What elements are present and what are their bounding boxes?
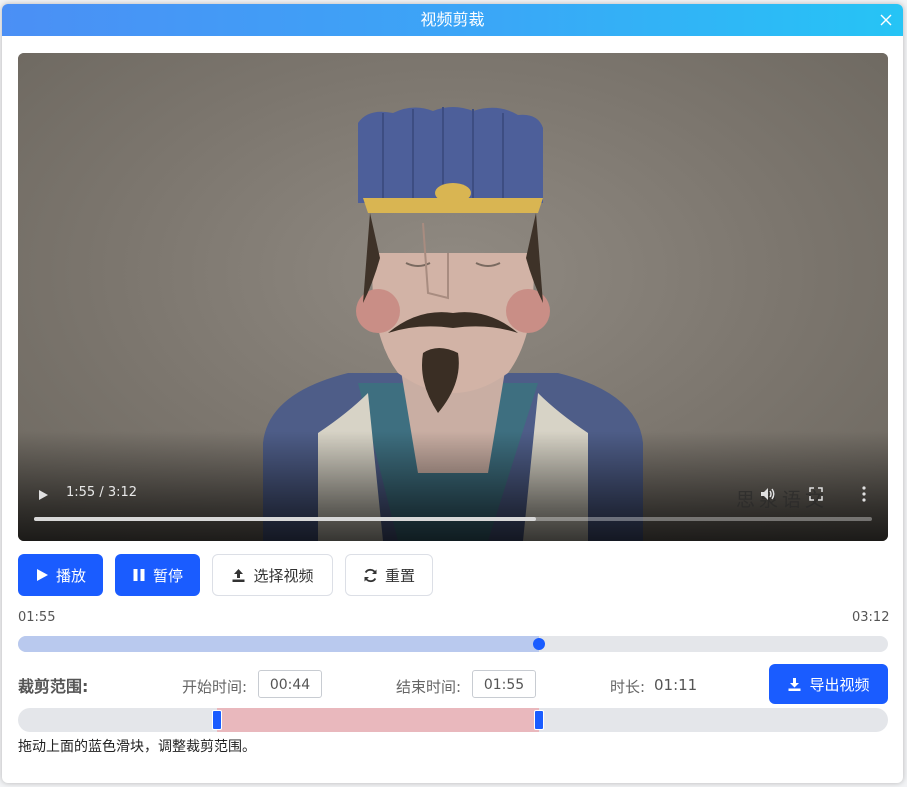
- video-seek-bar-fill: [34, 517, 536, 521]
- upload-icon: [231, 568, 246, 583]
- select-video-button-label: 选择视频: [253, 566, 314, 585]
- start-time-label: 开始时间:: [182, 678, 248, 696]
- play-button-label: 播放: [55, 566, 86, 585]
- end-time-field[interactable]: 01:55: [472, 670, 536, 698]
- video-player[interactable]: 思泉语文 1:55 / 3:12: [18, 53, 888, 541]
- volume-icon[interactable]: [759, 485, 777, 503]
- total-time-label: 03:12: [852, 610, 890, 625]
- more-vertical-icon[interactable]: [858, 485, 870, 503]
- crop-hint-text: 拖动上面的蓝色滑块，调整裁剪范围。: [18, 739, 256, 755]
- video-time-display: 1:55 / 3:12: [66, 485, 138, 500]
- export-video-button[interactable]: 导出视频: [769, 664, 888, 704]
- fullscreen-icon[interactable]: [809, 486, 823, 501]
- close-icon[interactable]: [877, 11, 895, 29]
- video-crop-dialog: 视频剪裁 思泉语文 1:55 / 3:12 播放 暂停 选择视频 重置 01:5…: [2, 4, 903, 783]
- export-video-button-label: 导出视频: [809, 675, 870, 694]
- pause-button[interactable]: 暂停: [115, 554, 200, 596]
- playback-progress-track[interactable]: [18, 636, 888, 652]
- current-time-label: 01:55: [18, 610, 56, 625]
- play-icon[interactable]: [36, 487, 50, 501]
- download-icon: [787, 677, 802, 692]
- playback-progress-fill: [18, 636, 540, 652]
- dialog-title: 视频剪裁: [420, 10, 485, 29]
- crop-end-handle[interactable]: [534, 710, 545, 730]
- pause-button-label: 暂停: [152, 566, 183, 585]
- duration-label: 时长:: [610, 678, 646, 696]
- select-video-button[interactable]: 选择视频: [212, 554, 333, 596]
- end-time-label: 结束时间:: [396, 678, 462, 696]
- play-icon: [35, 568, 49, 582]
- refresh-icon: [363, 568, 378, 583]
- reset-button[interactable]: 重置: [345, 554, 433, 596]
- start-time-field[interactable]: 00:44: [258, 670, 322, 698]
- pause-icon: [132, 568, 146, 582]
- crop-range-track[interactable]: [18, 708, 888, 732]
- crop-range-label: 裁剪范围:: [18, 677, 89, 696]
- play-button[interactable]: 播放: [18, 554, 103, 596]
- video-seek-bar[interactable]: [34, 517, 872, 521]
- video-watermark: 思泉语文: [736, 489, 829, 511]
- duration-value: 01:11: [654, 676, 698, 694]
- crop-range-selected: [217, 708, 540, 732]
- playback-progress-thumb[interactable]: [533, 638, 546, 650]
- dialog-titlebar: 视频剪裁: [2, 4, 903, 36]
- reset-button-label: 重置: [384, 566, 415, 585]
- crop-start-handle[interactable]: [212, 710, 223, 730]
